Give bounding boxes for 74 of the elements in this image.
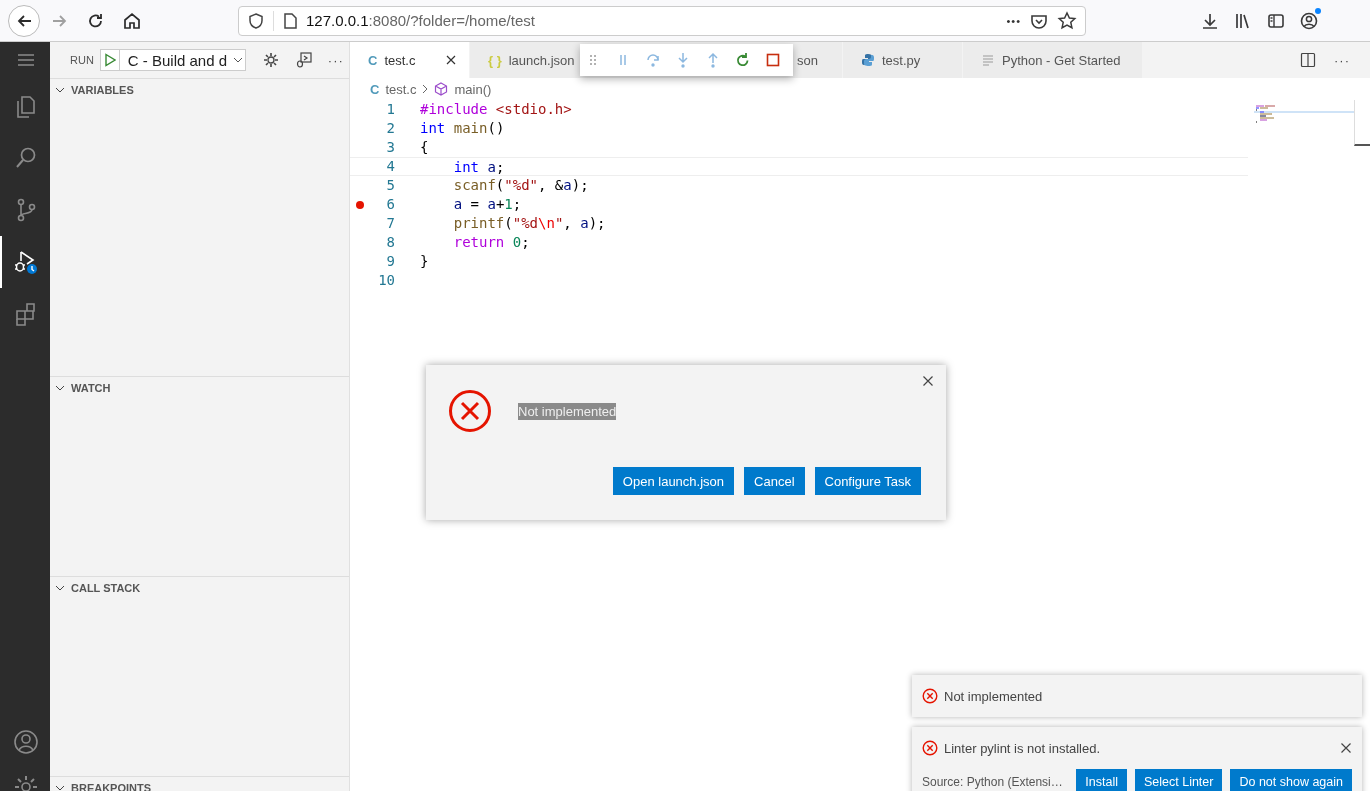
notification-message: Not implemented (944, 688, 1044, 704)
account-icon[interactable] (1299, 10, 1319, 31)
editor-tab[interactable]: son (795, 42, 843, 78)
notification-message: Linter pylint is not installed. (944, 740, 1102, 756)
code-line: { (420, 138, 429, 157)
file-type-icon: C (370, 81, 380, 97)
python-icon (861, 53, 875, 67)
error-icon (448, 389, 492, 433)
breadcrumb-item[interactable]: main() (434, 81, 492, 97)
close-icon[interactable] (445, 54, 457, 66)
more-actions-button[interactable]: ··· (1334, 52, 1350, 68)
line-number: 2 (386, 119, 395, 138)
close-icon[interactable] (1340, 742, 1352, 754)
settings-icon[interactable] (261, 51, 280, 69)
section-header[interactable]: VARIABLES (50, 79, 349, 101)
dialog-message: Not implemented (518, 402, 617, 420)
play-icon[interactable] (103, 53, 116, 67)
star-icon[interactable] (1057, 10, 1077, 31)
dialog-button[interactable]: Open launch.json (612, 467, 735, 495)
notification-button[interactable]: Do not show again (1230, 769, 1352, 791)
console-icon[interactable] (294, 51, 313, 69)
code-line: int main() (420, 119, 505, 138)
shield-icon (247, 11, 265, 30)
editor-tab[interactable]: Python - Get Started (963, 42, 1143, 78)
chevron-icon (55, 583, 65, 593)
chevron-icon (55, 783, 65, 791)
more-actions-button[interactable]: ••• (1006, 14, 1021, 27)
file-type-icon: C (368, 52, 378, 68)
code-line: printf("%d\n", a); (452, 214, 606, 233)
cube-icon (434, 82, 449, 96)
close-icon[interactable] (922, 375, 934, 387)
configuration-dropdown[interactable]: C - Build and d (99, 49, 246, 71)
stop-icon[interactable] (764, 51, 782, 69)
error-icon (922, 688, 938, 704)
editor-tab[interactable]: test.py (843, 42, 963, 78)
more-actions-button[interactable]: ··· (327, 52, 344, 68)
scrollbar[interactable] (1354, 100, 1370, 146)
line-number: 3 (386, 138, 395, 157)
notification-button[interactable]: Select Linter (1134, 769, 1223, 791)
code-line: } (420, 252, 429, 271)
split-editor-icon[interactable] (1300, 52, 1316, 68)
editor-tab[interactable]: { } launch.json (470, 42, 583, 78)
editor-tab[interactable]: C test.c (350, 42, 470, 78)
dialog-button[interactable]: Configure Task (814, 467, 921, 495)
breakpoint-dot[interactable] (356, 200, 364, 209)
page-icon (282, 11, 298, 30)
line-number: 5 (386, 176, 395, 195)
notification-button[interactable]: Install (1076, 769, 1127, 791)
lines-icon (981, 53, 995, 67)
line-number: 4 (386, 157, 395, 176)
code-line: return 0; (452, 233, 530, 252)
line-number: 1 (386, 100, 395, 119)
breadcrumb-item[interactable]: C test.c (370, 81, 417, 97)
back-button[interactable] (8, 4, 40, 37)
chevron-icon (55, 383, 65, 393)
error-icon (922, 740, 938, 756)
line-number: 7 (386, 214, 395, 233)
line-number: 6 (386, 195, 395, 214)
view-title: RUN (70, 54, 94, 66)
code-line: #include <stdio.h> (420, 100, 572, 119)
section-header[interactable]: CALL STACK (50, 577, 349, 599)
chevron-icon (55, 85, 65, 95)
code-line: a = a+1; (452, 195, 522, 214)
dialog-button[interactable]: Cancel (744, 467, 805, 495)
line-number: 9 (386, 252, 395, 271)
url-text: 127.0.0.1:8080/?folder=/home/test (306, 12, 536, 29)
notification-source: Source: Python (Extensi… (922, 775, 1064, 789)
code-line: int a; (452, 158, 505, 175)
address-bar[interactable]: 127.0.0.1:8080/?folder=/home/test ••• (238, 5, 1086, 36)
line-number: 8 (386, 233, 395, 252)
line-number: 10 (378, 271, 395, 290)
section-header[interactable]: WATCH (50, 377, 349, 399)
file-type-icon: { } (488, 52, 502, 68)
code-line: scanf("%d", &a); (452, 176, 589, 195)
